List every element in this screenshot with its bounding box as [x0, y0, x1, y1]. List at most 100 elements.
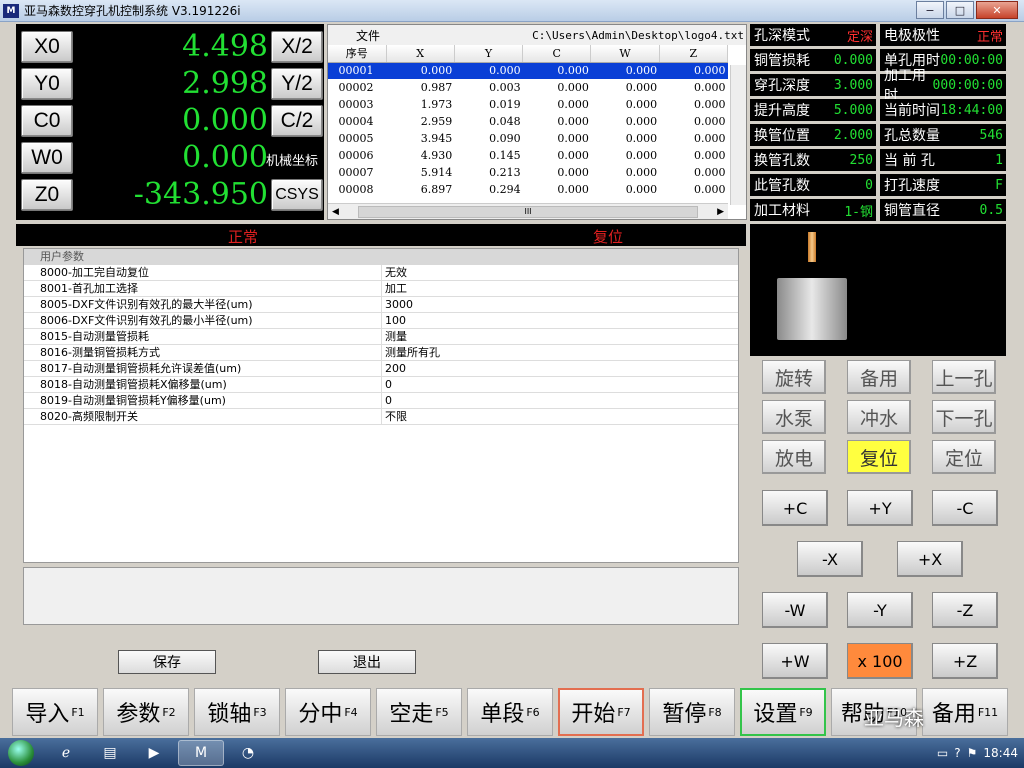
param-value[interactable]: 不限 [382, 409, 738, 424]
flush-button[interactable]: 冲水 [847, 400, 911, 434]
locate-button[interactable]: 定位 [932, 440, 996, 474]
jog-w-minus[interactable]: -W [762, 592, 828, 628]
param-value[interactable]: 无效 [382, 265, 738, 280]
save-button[interactable]: 保存 [118, 650, 216, 674]
table-cell: 0.000 [590, 62, 660, 79]
status-value: 3.000 [833, 77, 873, 93]
zero-x-button[interactable]: X0 [21, 31, 73, 63]
param-value[interactable]: 0 [382, 377, 738, 392]
param-value[interactable]: 测量所有孔 [382, 345, 738, 360]
param-value[interactable]: 100 [382, 313, 738, 328]
half-y-button[interactable]: Y/2 [271, 68, 323, 100]
point-table: 序号 X Y C W Z 00001 0.000 0.000 0.000 0.000 0.… [328, 45, 729, 198]
status-value: 546 [979, 127, 1003, 143]
csys-button[interactable]: CSYS [271, 179, 323, 211]
param-value[interactable]: 3000 [382, 297, 738, 312]
table-row[interactable]: 00008 6.897 0.294 0.000 0.000 0.000 [328, 181, 728, 198]
table-cell: 0.000 [625, 81, 658, 94]
jog-z-minus[interactable]: -Z [932, 592, 998, 628]
jog-x-minus[interactable]: -X [797, 541, 863, 577]
table-row[interactable]: 00002 0.987 0.003 0.000 0.000 0.000 [328, 79, 728, 96]
scroll-thumb[interactable]: III [358, 205, 698, 218]
param-row[interactable]: 8006-DXF文件识别有效孔的最小半径(um) 100 [24, 313, 738, 329]
param-row[interactable]: 8019-自动测量铜管损耗Y偏移量(um) 0 [24, 393, 738, 409]
fkey-f9-button[interactable]: 设置 F9 [740, 688, 826, 736]
jog-y-minus[interactable]: -Y [847, 592, 913, 628]
flag-icon[interactable]: ⚑ [967, 746, 978, 760]
keyboard-icon[interactable]: ▭ [937, 746, 948, 760]
minimize-button[interactable]: − [916, 1, 944, 19]
half-x-button[interactable]: X/2 [271, 31, 323, 63]
jog-z-plus[interactable]: +Z [932, 643, 998, 679]
help-icon[interactable]: ? [954, 746, 960, 760]
table-cell: 0.000 [625, 132, 658, 145]
fkey-f7-button[interactable]: 开始 F7 [558, 688, 644, 736]
exit-button[interactable]: 退出 [318, 650, 416, 674]
param-value[interactable]: 0 [382, 393, 738, 408]
half-c-button[interactable]: C/2 [271, 105, 323, 137]
media-player-icon[interactable]: ▶ [134, 740, 174, 766]
table-row[interactable]: 00004 2.959 0.048 0.000 0.000 0.000 [328, 113, 728, 130]
fkey-f8-button[interactable]: 暂停 F8 [649, 688, 735, 736]
gauge-icon[interactable]: ◔ [228, 740, 268, 766]
jog-c-plus[interactable]: +C [762, 490, 828, 526]
table-row[interactable]: 00007 5.914 0.213 0.000 0.000 0.000 [328, 164, 728, 181]
param-row[interactable]: 8000-加工完自动复位 无效 [24, 265, 738, 281]
fkey-f11-button[interactable]: 备用 F11 [922, 688, 1008, 736]
param-value[interactable]: 200 [382, 361, 738, 376]
table-row[interactable]: 00005 3.945 0.090 0.000 0.000 0.000 [328, 130, 728, 147]
jog-multiplier-button[interactable]: x 100 [847, 643, 913, 679]
table-cell: 00002 [338, 81, 374, 94]
close-button[interactable]: ✕ [976, 1, 1018, 19]
prev-hole-button[interactable]: 上一孔 [932, 360, 996, 394]
status-item: 此管孔数 0 [750, 174, 876, 196]
clock[interactable]: 18:44 [983, 746, 1018, 760]
param-row[interactable]: 8020-高频限制开关 不限 [24, 409, 738, 425]
machine-coord-toggle[interactable]: 机械坐标 [266, 150, 318, 169]
param-row[interactable]: 8017-自动测量铜管损耗允许误差值(um) 200 [24, 361, 738, 377]
param-row[interactable]: 8001-首孔加工选择 加工 [24, 281, 738, 297]
table-row[interactable]: 00006 4.930 0.145 0.000 0.000 0.000 [328, 147, 728, 164]
scroll-left-icon[interactable]: ◀ [332, 207, 339, 217]
table-cell: 0.000 [557, 149, 589, 162]
fkey-f4-button[interactable]: 分中 F4 [285, 688, 371, 736]
jog-x-plus[interactable]: +X [897, 541, 963, 577]
param-value[interactable]: 加工 [382, 281, 738, 296]
jog-w-plus[interactable]: +W [762, 643, 828, 679]
param-row[interactable]: 8018-自动测量铜管损耗X偏移量(um) 0 [24, 377, 738, 393]
discharge-button[interactable]: 放电 [762, 440, 826, 474]
zero-c-button[interactable]: C0 [21, 105, 73, 137]
fkey-shortcut: F4 [344, 705, 358, 719]
next-hole-button[interactable]: 下一孔 [932, 400, 996, 434]
fkey-f6-button[interactable]: 单段 F6 [467, 688, 553, 736]
param-row[interactable]: 8016-测量铜管损耗方式 测量所有孔 [24, 345, 738, 361]
table-row[interactable]: 00001 0.000 0.000 0.000 0.000 0.000 [328, 62, 728, 79]
table-cell: 00006 [338, 149, 374, 162]
jog-c-minus[interactable]: -C [932, 490, 998, 526]
ie-icon[interactable]: ℯ [46, 740, 86, 766]
fkey-f5-button[interactable]: 空走 F5 [376, 688, 462, 736]
table-row[interactable]: 00003 1.973 0.019 0.000 0.000 0.000 [328, 96, 728, 113]
spare-button[interactable]: 备用 [847, 360, 911, 394]
zero-w-button[interactable]: W0 [21, 142, 73, 174]
param-value[interactable]: 测量 [382, 329, 738, 344]
start-button[interactable] [0, 738, 42, 768]
vertical-scrollbar[interactable] [730, 65, 746, 205]
rotate-button[interactable]: 旋转 [762, 360, 826, 394]
folder-icon[interactable]: ▤ [90, 740, 130, 766]
reset-button[interactable]: 复位 [847, 440, 911, 474]
fkey-f2-button[interactable]: 参数 F2 [103, 688, 189, 736]
scroll-right-icon[interactable]: ▶ [717, 207, 724, 217]
zero-y-button[interactable]: Y0 [21, 68, 73, 100]
param-row[interactable]: 8005-DXF文件识别有效孔的最大半径(um) 3000 [24, 297, 738, 313]
horizontal-scrollbar[interactable]: ◀ III ▶ [328, 203, 728, 219]
fkey-f1-button[interactable]: 导入 F1 [12, 688, 98, 736]
pump-button[interactable]: 水泵 [762, 400, 826, 434]
table-cell: 00005 [338, 132, 374, 145]
param-row[interactable]: 8015-自动测量管损耗 测量 [24, 329, 738, 345]
zero-z-button[interactable]: Z0 [21, 179, 73, 211]
maximize-button[interactable]: □ [946, 1, 974, 19]
fkey-f3-button[interactable]: 锁轴 F3 [194, 688, 280, 736]
jog-y-plus[interactable]: +Y [847, 490, 913, 526]
app-task-button[interactable]: M [178, 740, 224, 766]
